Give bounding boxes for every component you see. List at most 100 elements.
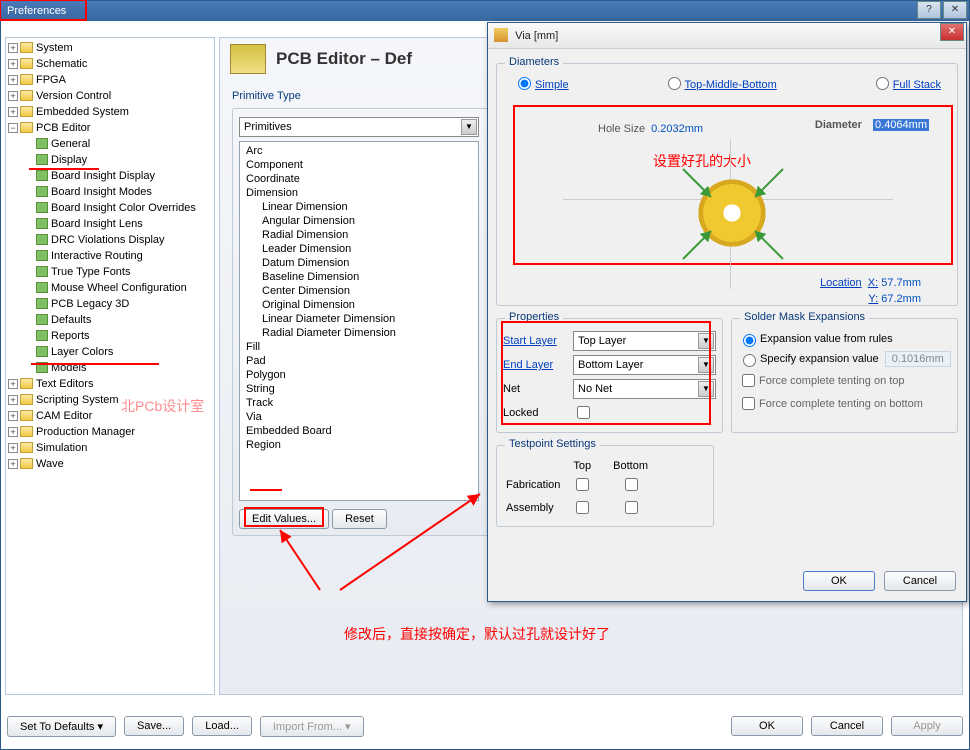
set-to-defaults-button[interactable]: Set To Defaults ▾ [7, 716, 116, 737]
exp-rules-radio[interactable] [743, 334, 756, 347]
tent-top-checkbox[interactable] [742, 374, 755, 387]
tmb-radio[interactable]: Top-Middle-Bottom [663, 74, 777, 91]
tree-item[interactable]: +Text Editors [8, 376, 212, 392]
via-dialog: Via [mm] ✕ Diameters Simple Top-Middle-B… [487, 22, 967, 602]
tree-subitem[interactable]: Board Insight Modes [8, 184, 212, 200]
close-button[interactable]: ✕ [940, 23, 964, 41]
save-button[interactable]: Save... [124, 716, 184, 736]
list-item[interactable]: Radial Dimension [242, 228, 476, 242]
folder-icon [20, 410, 33, 421]
diameter-value[interactable]: 0.4064mm [873, 119, 929, 131]
assembly-label: Assembly [505, 497, 561, 518]
diameters-group-label: Diameters [505, 56, 563, 68]
radio-input[interactable] [518, 77, 531, 90]
radio-input[interactable] [876, 77, 889, 90]
list-item[interactable]: Region [242, 438, 476, 452]
spec-exp-radio[interactable] [743, 354, 756, 367]
list-item[interactable]: Coordinate [242, 172, 476, 186]
tree-item[interactable]: +Embedded System [8, 104, 212, 120]
tree-subitem[interactable]: Reports [8, 328, 212, 344]
tree-subitem[interactable]: PCB Legacy 3D [8, 296, 212, 312]
tree-subitem[interactable]: General [8, 136, 212, 152]
list-item[interactable]: String [242, 382, 476, 396]
import-from-button[interactable]: Import From... ▾ [260, 716, 364, 737]
fab-bottom-checkbox[interactable] [625, 478, 638, 491]
tree-subitem[interactable]: Interactive Routing [8, 248, 212, 264]
page-icon [36, 154, 48, 165]
via-ok-button[interactable]: OK [803, 571, 875, 591]
pcb-editor-icon [230, 44, 266, 74]
tree-subitem[interactable]: Board Insight Lens [8, 216, 212, 232]
tree-subitem[interactable]: True Type Fonts [8, 264, 212, 280]
list-item[interactable]: Embedded Board [242, 424, 476, 438]
page-icon [36, 234, 48, 245]
tree-subitem[interactable]: Display [8, 152, 212, 168]
tree-subitem[interactable]: Layer Colors [8, 344, 212, 360]
testpoint-group-label: Testpoint Settings [505, 438, 600, 450]
list-item[interactable]: Linear Dimension [242, 200, 476, 214]
primitives-list[interactable]: ArcComponentCoordinateDimensionLinear Di… [239, 141, 479, 501]
tree-item[interactable]: +Schematic [8, 56, 212, 72]
tree-item[interactable]: +System [8, 40, 212, 56]
via-titlebar: Via [mm] ✕ [488, 23, 966, 49]
list-item[interactable]: Fill [242, 340, 476, 354]
list-item[interactable]: Via [242, 410, 476, 424]
fullstack-radio[interactable]: Full Stack [871, 74, 941, 91]
close-button[interactable]: ✕ [943, 1, 967, 19]
diameter-label: Diameter [815, 119, 862, 131]
assy-top-checkbox[interactable] [576, 501, 589, 514]
list-item[interactable]: Linear Diameter Dimension [242, 312, 476, 326]
annotation-underline [31, 363, 159, 365]
folder-icon [20, 58, 33, 69]
tent-bottom-checkbox[interactable] [742, 397, 755, 410]
radio-input[interactable] [668, 77, 681, 90]
list-item[interactable]: Leader Dimension [242, 242, 476, 256]
via-cancel-button[interactable]: Cancel [884, 571, 956, 591]
list-item[interactable]: Track [242, 396, 476, 410]
page-icon [36, 202, 48, 213]
list-item[interactable]: Original Dimension [242, 298, 476, 312]
ok-button[interactable]: OK [731, 716, 803, 736]
folder-icon [20, 90, 33, 101]
list-item[interactable]: Radial Diameter Dimension [242, 326, 476, 340]
list-item[interactable]: Pad [242, 354, 476, 368]
tree-subitem[interactable]: Board Insight Display [8, 168, 212, 184]
list-item[interactable]: Polygon [242, 368, 476, 382]
list-item[interactable]: Dimension [242, 186, 476, 200]
list-item[interactable]: Component [242, 158, 476, 172]
fab-top-checkbox[interactable] [576, 478, 589, 491]
load-button[interactable]: Load... [192, 716, 252, 736]
reset-button[interactable]: Reset [332, 509, 387, 529]
list-item[interactable]: Datum Dimension [242, 256, 476, 270]
tree-item[interactable]: +Version Control [8, 88, 212, 104]
preferences-footer: Set To Defaults ▾ Save... Load... Import… [7, 711, 963, 741]
list-item[interactable]: Center Dimension [242, 284, 476, 298]
assy-bottom-checkbox[interactable] [625, 501, 638, 514]
primitives-dropdown[interactable]: Primitives▼ [239, 117, 479, 137]
annotation-text: 修改后，直接按确定，默认过孔就设计好了 [344, 624, 610, 644]
help-button[interactable]: ? [917, 1, 941, 19]
tree-subitem[interactable]: Board Insight Color Overrides [8, 200, 212, 216]
page-icon [36, 138, 48, 149]
tree-item[interactable]: +Production Manager [8, 424, 212, 440]
tree-subitem[interactable]: Mouse Wheel Configuration [8, 280, 212, 296]
apply-button[interactable]: Apply [891, 716, 963, 736]
hole-size-value[interactable]: 0.2032mm [651, 123, 703, 135]
simple-radio[interactable]: Simple [513, 74, 569, 91]
tree-item[interactable]: +Simulation [8, 440, 212, 456]
tree-item[interactable]: +Wave [8, 456, 212, 472]
tree-item[interactable]: +FPGA [8, 72, 212, 88]
tree-subitem[interactable]: DRC Violations Display [8, 232, 212, 248]
tree-subitem[interactable]: Defaults [8, 312, 212, 328]
annotation-box [0, 0, 87, 21]
list-item[interactable]: Angular Dimension [242, 214, 476, 228]
spec-exp-value[interactable]: 0.1016mm [885, 351, 951, 367]
cancel-button[interactable]: Cancel [811, 716, 883, 736]
location-x[interactable]: 57.7mm [881, 277, 921, 289]
page-icon [36, 170, 48, 181]
list-item[interactable]: Arc [242, 144, 476, 158]
location-y[interactable]: 67.2mm [881, 293, 921, 305]
via-icon [494, 28, 508, 42]
list-item[interactable]: Baseline Dimension [242, 270, 476, 284]
tree-item-pcb-editor[interactable]: −PCB Editor [8, 120, 212, 136]
